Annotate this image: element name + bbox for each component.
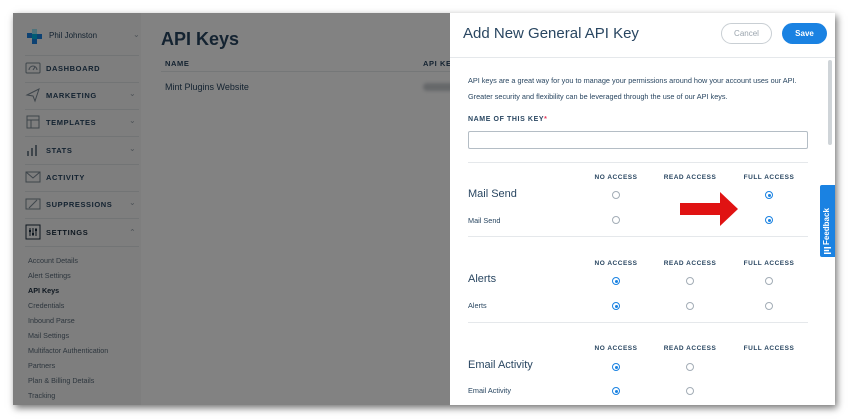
key-name-label-text: NAME OF THIS KEY — [468, 116, 545, 123]
divider — [468, 162, 808, 163]
section-title-email-activity: Email Activity — [468, 359, 533, 371]
cancel-button[interactable]: Cancel — [721, 23, 772, 44]
alerts-sub-full-access-radio[interactable] — [765, 302, 773, 310]
alerts-no-access-radio[interactable] — [612, 277, 620, 285]
section-title-alerts: Alerts — [468, 273, 497, 285]
column-header-full-access: FULL ACCESS — [743, 345, 795, 352]
alerts-sub-no-access-radio[interactable] — [612, 302, 620, 310]
column-header-read-access: READ ACCESS — [663, 345, 717, 352]
modal-title: Add New General API Key — [463, 25, 639, 42]
red-arrow-annotation — [680, 192, 738, 226]
column-header-full-access: FULL ACCESS — [743, 174, 795, 181]
modal-header: Add New General API Key Cancel Save — [450, 13, 835, 58]
alerts-sub-read-access-radio[interactable] — [686, 302, 694, 310]
divider — [468, 236, 808, 237]
permission-row-alerts: Alerts — [468, 301, 487, 310]
alerts-read-access-radio[interactable] — [686, 277, 694, 285]
mail-send-sub-no-access-radio[interactable] — [612, 216, 620, 224]
column-header-read-access: READ ACCESS — [663, 174, 717, 181]
column-header-no-access: NO ACCESS — [594, 345, 638, 352]
modal-intro-text: API keys are a great way for you to mana… — [468, 76, 797, 101]
divider — [468, 322, 808, 323]
column-header-no-access: NO ACCESS — [594, 174, 638, 181]
feedback-icon — [824, 247, 831, 254]
permission-row-mail-send: Mail Send — [468, 216, 501, 225]
section-title-mail-send: Mail Send — [468, 188, 517, 200]
column-header-read-access: READ ACCESS — [663, 260, 717, 267]
add-api-key-modal: Add New General API Key Cancel Save API … — [450, 13, 835, 405]
mail-send-no-access-radio[interactable] — [612, 191, 620, 199]
feedback-label: Feedback — [822, 208, 831, 245]
email-activity-sub-read-access-radio[interactable] — [686, 387, 694, 395]
email-activity-read-access-radio[interactable] — [686, 363, 694, 371]
alerts-full-access-radio[interactable] — [765, 277, 773, 285]
email-activity-no-access-radio[interactable] — [612, 363, 620, 371]
modal-scrollbar[interactable] — [828, 60, 832, 145]
key-name-input[interactable] — [468, 131, 808, 149]
mail-send-full-access-radio[interactable] — [765, 191, 773, 199]
feedback-tab[interactable]: Feedback — [820, 185, 835, 257]
column-header-no-access: NO ACCESS — [594, 260, 638, 267]
email-activity-sub-no-access-radio[interactable] — [612, 387, 620, 395]
permission-row-email-activity: Email Activity — [468, 386, 511, 395]
required-mark: * — [544, 116, 548, 123]
mail-send-sub-full-access-radio[interactable] — [765, 216, 773, 224]
column-header-full-access: FULL ACCESS — [743, 260, 795, 267]
save-button[interactable]: Save — [782, 23, 827, 44]
key-name-label: NAME OF THIS KEY* — [468, 116, 547, 123]
